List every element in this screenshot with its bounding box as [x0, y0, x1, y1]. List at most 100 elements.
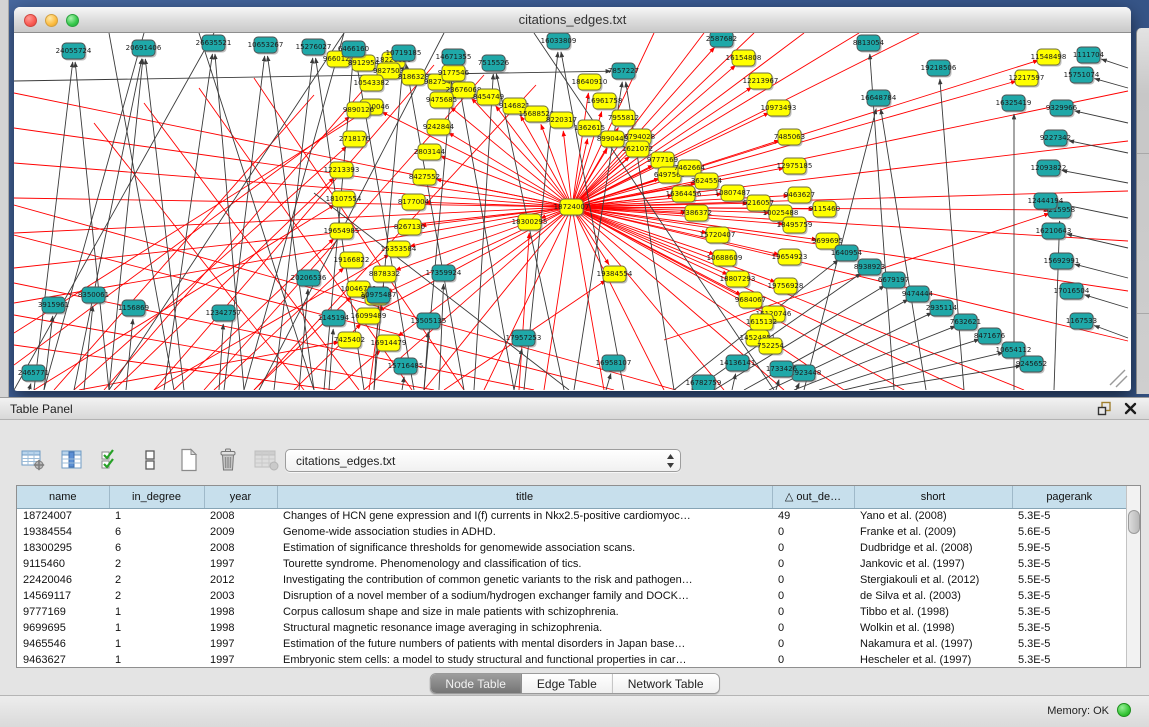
graph-node[interactable]: 3915961	[38, 297, 69, 315]
tab-edge-table[interactable]: Edge Table	[522, 674, 613, 693]
graph-node[interactable]: 16033809	[541, 33, 577, 51]
graph-node[interactable]: 10688609	[707, 250, 743, 268]
graph-node[interactable]: 12093822	[1031, 160, 1067, 178]
background-window-edge[interactable]	[1136, 28, 1149, 394]
column-header-name[interactable]: name	[17, 486, 109, 508]
graph-node[interactable]: 16325419	[996, 95, 1032, 113]
table-scrollbar[interactable]	[1126, 486, 1140, 667]
graph-node[interactable]: 8350061	[78, 287, 109, 305]
graph-node[interactable]: 7485063	[774, 129, 805, 147]
graph-node[interactable]: 9242844	[423, 119, 455, 137]
new-document-icon[interactable]	[176, 447, 202, 473]
graph-node[interactable]: 13505135	[411, 313, 447, 331]
graph-node[interactable]: 19654923	[772, 249, 808, 267]
table-row[interactable]: 946554611997Estimation of the future num…	[17, 636, 1126, 652]
graph-node[interactable]: 15276027	[296, 39, 332, 57]
graph-node[interactable]: 1156869	[118, 300, 149, 318]
column-header-short[interactable]: short	[854, 486, 1012, 508]
graph-node[interactable]: 16782759	[686, 375, 722, 390]
graph-node[interactable]: 8177004	[398, 194, 430, 212]
graph-node[interactable]: 2465771	[18, 365, 49, 383]
tab-node-table[interactable]: Node Table	[430, 674, 522, 693]
graph-node[interactable]: 12342757	[206, 305, 242, 323]
graph-node[interactable]: 17016504	[1054, 283, 1090, 301]
table-row[interactable]: 1872400712008Changes of HCN gene express…	[17, 508, 1126, 524]
network-window-titlebar[interactable]: citations_edges.txt	[14, 7, 1131, 33]
graph-node[interactable]: 11548498	[1031, 49, 1067, 67]
graph-node[interactable]: 2587682	[706, 33, 737, 49]
graph-node[interactable]: 9684067	[735, 292, 766, 310]
network-canvas[interactable]: 1872400713626151864091016961758795581267…	[14, 33, 1129, 390]
table-row[interactable]: 969969511998Structural magnetic resonanc…	[17, 620, 1126, 636]
memory-status-icon[interactable]	[1117, 703, 1131, 717]
table-row[interactable]: 977716911998Corpus callosum shape and si…	[17, 604, 1126, 620]
table-row[interactable]: 1456911722003Disruption of a novel membe…	[17, 588, 1126, 604]
float-panel-icon[interactable]	[1097, 401, 1112, 421]
graph-node[interactable]: 19654985	[324, 223, 360, 241]
graph-node[interactable]: 16961758	[587, 93, 623, 111]
graph-node[interactable]: 9890126	[343, 102, 375, 120]
graph-node[interactable]: 1733426	[766, 361, 798, 379]
graph-node[interactable]: 14671355	[436, 49, 472, 67]
graph-node[interactable]: 16648784	[861, 90, 897, 108]
scrollbar-thumb[interactable]	[1128, 510, 1140, 534]
graph-node[interactable]: 15720407	[700, 227, 736, 245]
window-resize-grip[interactable]	[1110, 370, 1127, 387]
graph-node[interactable]: 9177546	[438, 65, 470, 83]
graph-node[interactable]: 8878332	[369, 266, 400, 284]
column-header-in_degree[interactable]: in_degree	[109, 486, 204, 508]
import-table-icon[interactable]	[254, 447, 280, 473]
graph-node[interactable]: 17359924	[426, 265, 462, 283]
graph-node[interactable]: 1111704	[1073, 47, 1105, 65]
graph-node[interactable]: 12217597	[1009, 70, 1045, 88]
graph-node[interactable]: 9245652	[1016, 356, 1047, 374]
graph-node[interactable]: 18640910	[572, 74, 608, 92]
graph-node[interactable]: 7425402	[334, 332, 365, 350]
graph-node[interactable]: 1145194	[318, 310, 350, 328]
graph-node[interactable]: 2718176	[339, 131, 371, 149]
table-row[interactable]: 911546021997Tourette syndrome. Phenomeno…	[17, 556, 1126, 572]
graph-node[interactable]: 24055724	[56, 43, 92, 61]
table-row[interactable]: 946362711997Embryonic stem cells: a mode…	[17, 652, 1126, 668]
graph-node[interactable]: 26635521	[196, 35, 232, 53]
graph-node[interactable]: 10973493	[761, 100, 797, 118]
graph-node[interactable]: 12213393	[324, 162, 360, 180]
graph-node[interactable]: 9227342	[1040, 130, 1071, 148]
graph-node[interactable]: 8471676	[974, 328, 1006, 346]
table-row[interactable]: 1830029562008Estimation of significance …	[17, 540, 1126, 556]
tab-network-table[interactable]: Network Table	[613, 674, 719, 693]
rows-icon[interactable]	[137, 447, 163, 473]
select-all-icon[interactable]	[98, 447, 124, 473]
table-source-select[interactable]: citations_edges.txt	[285, 449, 681, 472]
graph-node[interactable]: 15751074	[1064, 67, 1100, 85]
graph-node[interactable]: 3624554	[691, 173, 723, 191]
graph-node[interactable]: 19218506	[921, 60, 957, 78]
graph-node[interactable]: 9475685	[426, 92, 457, 110]
graph-node[interactable]: 9115460	[809, 201, 840, 219]
graph-node[interactable]: 8427552	[409, 169, 440, 187]
delete-trash-icon[interactable]	[215, 447, 241, 473]
graph-node[interactable]: 16154808	[726, 50, 762, 68]
graph-node[interactable]: 19756928	[768, 278, 804, 296]
graph-node[interactable]: 9463627	[784, 187, 815, 205]
graph-node[interactable]: 16958107	[596, 355, 632, 373]
graph-node[interactable]: 16210643	[1036, 223, 1072, 241]
graph-node[interactable]: 7386372	[681, 205, 712, 223]
close-panel-icon[interactable]	[1124, 402, 1137, 420]
graph-node[interactable]: 10653267	[248, 37, 284, 55]
column-header-title[interactable]: title	[277, 486, 772, 508]
graph-node[interactable]: 7515526	[478, 55, 510, 73]
column-header-year[interactable]: year	[204, 486, 277, 508]
table-row[interactable]: 1938455462009Genome-wide association stu…	[17, 524, 1126, 540]
graph-node[interactable]: 15692991	[1044, 253, 1080, 271]
graph-node[interactable]: 14136141	[720, 355, 756, 373]
graph-node[interactable]: 8813054	[853, 35, 885, 53]
graph-node[interactable]: 12975185	[777, 158, 813, 176]
graph-node[interactable]: 19166822	[334, 252, 370, 270]
show-columns-icon[interactable]	[59, 447, 85, 473]
graph-node[interactable]: 19384554	[597, 266, 633, 284]
graph-node[interactable]: 2935114	[926, 300, 958, 318]
graph-node[interactable]: 12213967	[743, 73, 779, 91]
graph-node[interactable]: 1640954	[831, 245, 863, 263]
graph-node[interactable]: 20206536	[291, 270, 327, 288]
